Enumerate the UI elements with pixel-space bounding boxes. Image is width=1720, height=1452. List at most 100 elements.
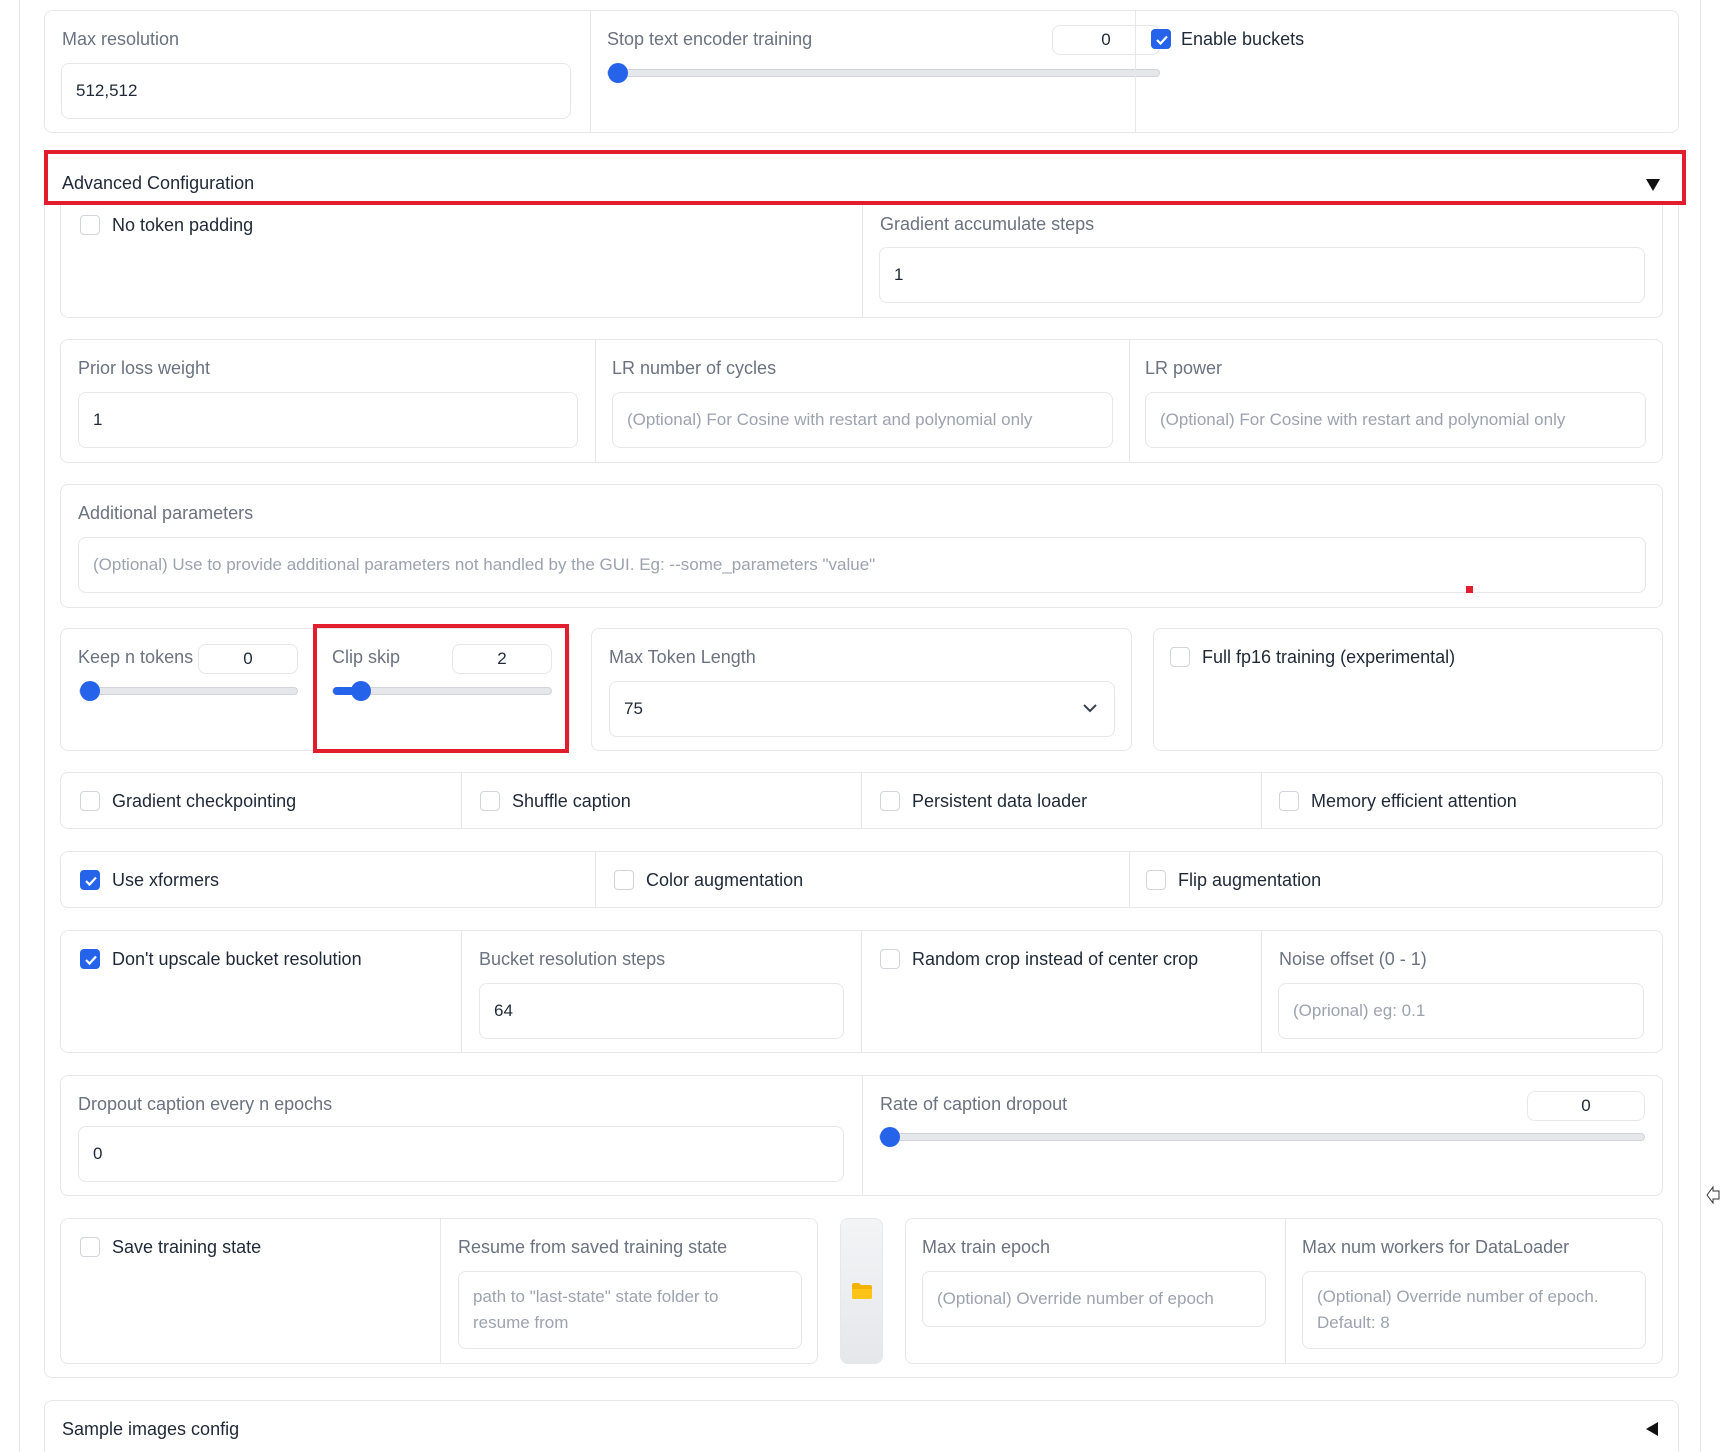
color-augmentation-cell: Color augmentation [595,852,1129,907]
noise-offset-input[interactable]: (Oprional) eg: 0.1 [1278,983,1644,1039]
resume-state-input[interactable]: path to "last-state" state folder to res… [458,1271,802,1349]
additional-params-panel: Additional parameters (Optional) Use to … [60,484,1663,608]
gradient-accumulate-label: Gradient accumulate steps [880,214,1095,234]
sample-images-panel[interactable]: Sample images config [44,1400,1679,1452]
dropout-every-label: Dropout caption every n epochs [78,1094,333,1114]
lr-cycles-input[interactable]: (Optional) For Cosine with restart and p… [612,392,1113,448]
cursor-icon [1706,1186,1720,1204]
triangle-left-icon[interactable] [1645,1421,1659,1437]
checkbox-row-1: Gradient checkpointing Shuffle caption P… [60,772,1663,829]
full-fp16-label: Full fp16 training (experimental) [1202,647,1456,667]
keep-tokens-slider-thumb[interactable] [80,681,100,701]
use-xformers-cell: Use xformers [61,852,595,907]
caption-dropout-panel: Dropout caption every n epochs 0 Rate of… [60,1075,1663,1196]
check-icon [85,955,97,966]
additional-params-input[interactable]: (Optional) Use to provide additional par… [78,537,1646,593]
bucket-steps-label: Bucket resolution steps [479,949,666,969]
max-resolution-input[interactable]: 512,512 [61,63,571,119]
browse-folder-button[interactable] [840,1218,883,1364]
gradient-checkpointing-cell: Gradient checkpointing [61,773,461,828]
caption-dropout-rate-slider-track[interactable] [879,1133,1645,1141]
max-train-epoch-label: Max train epoch [922,1237,1051,1257]
red-marker [1466,586,1473,593]
max-workers-placeholder-1: (Optional) Override number of epoch. [1317,1287,1599,1306]
resume-state-placeholder-1: path to "last-state" state folder to [473,1287,719,1306]
advanced-config-highlight [44,150,1686,205]
loss-lr-panel: Prior loss weight 1 LR number of cycles … [60,339,1663,463]
caption-dropout-rate-slider-thumb[interactable] [880,1127,900,1147]
random-crop-cell: Random crop instead of center crop [861,931,1261,1052]
clip-skip-highlight [313,624,569,753]
dropout-every-input[interactable]: 0 [78,1126,844,1182]
dont-upscale-cell: Don't upscale bucket resolution [61,931,461,1052]
prior-loss-input[interactable]: 1 [78,392,578,448]
max-train-epoch-cell: Max train epoch (Optional) Override numb… [906,1219,1285,1363]
memory-attention-checkbox[interactable] [1279,791,1299,811]
gradient-accumulate-cell: Gradient accumulate steps 1 [862,205,1662,317]
folder-icon [852,1283,872,1299]
keep-tokens-slider-track[interactable] [79,687,298,695]
padding-accumulate-panel: No token padding Gradient accumulate ste… [60,205,1663,318]
caption-dropout-rate-label: Rate of caption dropout [880,1094,1068,1114]
gradient-accumulate-input[interactable]: 1 [879,247,1645,303]
gradient-checkpointing-label: Gradient checkpointing [112,791,297,811]
right-border [1700,0,1701,1452]
caption-dropout-rate-number[interactable]: 0 [1527,1091,1645,1121]
stop-text-encoder-label: Stop text encoder training [607,29,813,49]
noise-offset-cell: Noise offset (0 - 1) (Oprional) eg: 0.1 [1261,931,1662,1052]
stop-text-encoder-slider-thumb[interactable] [608,63,628,83]
check-icon [1156,35,1168,46]
dropout-every-cell: Dropout caption every n epochs 0 [61,1076,862,1195]
bucket-steps-cell: Bucket resolution steps 64 [461,931,861,1052]
lr-power-cell: LR power (Optional) For Cosine with rest… [1129,340,1662,462]
dont-upscale-checkbox[interactable] [80,949,100,969]
resume-state-label: Resume from saved training state [458,1237,728,1257]
shuffle-caption-label: Shuffle caption [512,791,631,811]
shuffle-caption-checkbox[interactable] [480,791,500,811]
flip-augmentation-label: Flip augmentation [1178,870,1322,890]
random-crop-checkbox[interactable] [880,949,900,969]
use-xformers-checkbox[interactable] [80,870,100,890]
save-state-checkbox[interactable] [80,1237,100,1257]
lr-power-input[interactable]: (Optional) For Cosine with restart and p… [1145,392,1646,448]
max-workers-cell: Max num workers for DataLoader (Optional… [1285,1219,1662,1363]
checkbox-row-2: Use xformers Color augmentation Flip aug… [60,851,1663,908]
persistent-loader-checkbox[interactable] [880,791,900,811]
enable-buckets-checkbox[interactable] [1151,29,1171,49]
save-state-cell: Save training state [61,1219,440,1363]
no-token-padding-checkbox[interactable] [80,215,100,235]
stop-text-encoder-cell: Stop text encoder training 0 [590,11,1160,132]
full-fp16-checkbox[interactable] [1170,647,1190,667]
gradient-checkpointing-checkbox[interactable] [80,791,100,811]
memory-attention-label: Memory efficient attention [1311,791,1517,811]
flip-augmentation-checkbox[interactable] [1146,870,1166,890]
lr-power-label: LR power [1145,358,1223,378]
dont-upscale-label: Don't upscale bucket resolution [112,949,362,969]
max-workers-input[interactable]: (Optional) Override number of epoch. Def… [1302,1271,1646,1349]
noise-offset-label: Noise offset (0 - 1) [1279,949,1427,969]
enable-buckets-label: Enable buckets [1181,29,1305,49]
memory-attention-cell: Memory efficient attention [1261,773,1662,828]
color-augmentation-checkbox[interactable] [614,870,634,890]
shuffle-caption-cell: Shuffle caption [461,773,861,828]
random-crop-label: Random crop instead of center crop [912,949,1199,969]
max-resolution-cell: Max resolution 512,512 [45,11,590,132]
stop-text-encoder-slider-track[interactable] [607,69,1160,77]
full-fp16-panel: Full fp16 training (experimental) [1153,628,1663,751]
check-icon [85,876,97,887]
prior-loss-label: Prior loss weight [78,358,211,378]
resume-state-cell: Resume from saved training state path to… [440,1219,817,1363]
lr-cycles-cell: LR number of cycles (Optional) For Cosin… [595,340,1129,462]
epoch-workers-panel: Max train epoch (Optional) Override numb… [905,1218,1663,1364]
chevron-down-icon [1083,704,1097,713]
max-token-length-value: 75 [624,699,643,718]
bucket-steps-input[interactable]: 64 [479,983,844,1039]
max-train-epoch-input[interactable]: (Optional) Override number of epoch [922,1271,1266,1327]
no-token-padding-label: No token padding [112,215,254,235]
keep-tokens-number[interactable]: 0 [198,644,298,674]
sample-images-title[interactable]: Sample images config [62,1419,239,1440]
left-border [19,0,20,1452]
additional-params-label: Additional parameters [78,503,254,523]
use-xformers-label: Use xformers [112,870,220,890]
max-token-length-select[interactable]: 75 [609,681,1115,737]
